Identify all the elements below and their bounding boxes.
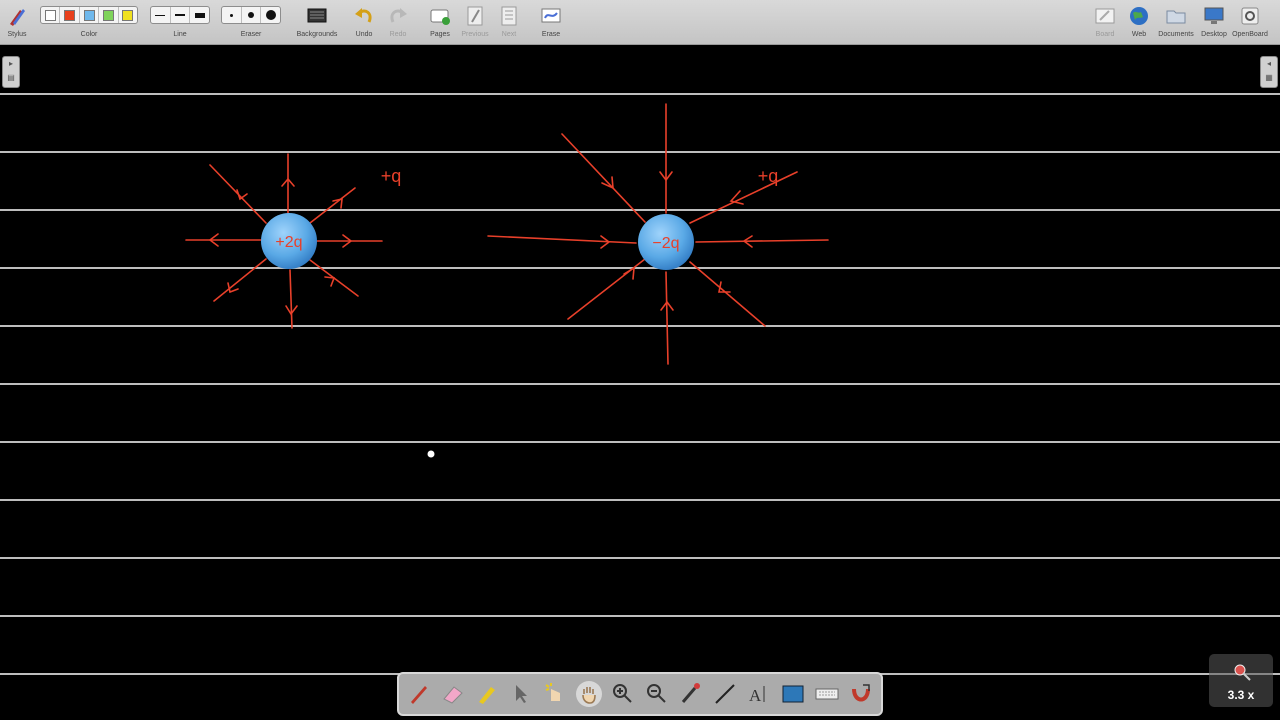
text-tool-icon[interactable]: A [746,681,772,707]
line-medium-option[interactable] [171,7,191,23]
undo-icon[interactable] [353,5,375,27]
undo-label: Undo [355,31,373,38]
laser-pointer-icon[interactable] [678,681,704,707]
pages-icon[interactable] [429,5,451,27]
magnifier-icon [1234,664,1251,681]
redo-icon[interactable] [387,5,409,27]
previous-page-icon[interactable] [464,5,486,27]
color-red-swatch[interactable] [60,7,80,23]
next-page-icon[interactable] [498,5,520,27]
erase-label: Erase [541,31,561,38]
documents-folder-icon[interactable] [1165,5,1187,27]
line-thin-option[interactable] [151,7,171,23]
hand-cursor-icon [427,450,435,458]
color-label: Color [80,31,98,38]
previous-label: Previous [461,31,489,38]
pen-icon[interactable] [406,681,432,707]
backgrounds-label: Backgrounds [296,31,338,38]
eraser-label: Eraser [240,31,262,38]
interact-icon[interactable] [542,681,568,707]
redo-label: Redo [389,31,407,38]
magnet-icon[interactable] [848,681,874,707]
documents-label: Documents [1158,31,1194,38]
zoom-level-label: 3.3 x [1227,688,1255,702]
highlighter-icon[interactable] [474,681,500,707]
left-panel-toggle[interactable]: ▸ ▤ [2,56,20,88]
positive-charge-label: +2q [275,234,302,251]
color-green-swatch[interactable] [99,7,119,23]
keyboard-icon[interactable] [814,681,840,707]
zoom-out-icon[interactable] [644,681,670,707]
line-tool-icon[interactable] [712,681,738,707]
zoom-indicator: 3.3 x [1209,654,1273,707]
desktop-monitor-icon[interactable] [1203,5,1225,27]
eraser-large-option[interactable] [261,7,280,23]
openboard-settings-icon[interactable] [1239,5,1261,27]
next-label: Next [501,31,517,38]
desktop-label: Desktop [1201,31,1227,38]
svg-text:A: A [749,686,762,705]
eraser-size-selector [221,6,281,24]
eraser-icon[interactable] [440,681,466,707]
ruled-lines [0,93,1280,675]
openboard-label: OpenBoard [1232,31,1268,38]
negative-charge-label: −2q [652,235,679,252]
test-charge-label-left: +q [381,166,402,186]
zoom-in-icon[interactable] [610,681,636,707]
test-charge-label-right: +q [758,166,779,186]
selector-icon[interactable] [508,681,534,707]
stylus-label: Stylus [7,31,27,38]
line-width-selector [150,6,210,24]
pages-label: Pages [430,31,450,38]
erase-board-icon[interactable] [540,5,562,27]
tool-dock: A [397,672,883,716]
backgrounds-icon[interactable] [306,5,328,27]
board-mode-icon[interactable] [1094,5,1116,27]
web-label: Web [1131,31,1147,38]
right-panel-toggle[interactable]: ◂ ▦ [1260,56,1278,88]
line-label: Line [173,31,187,38]
color-white-swatch[interactable] [41,7,61,23]
web-globe-icon[interactable] [1128,5,1150,27]
hand-tool[interactable] [576,681,602,707]
eraser-medium-option[interactable] [242,7,262,23]
color-palette [40,6,138,24]
stylus-icon[interactable] [6,5,28,27]
color-blue-swatch[interactable] [80,7,100,23]
color-yellow-swatch[interactable] [119,7,137,23]
capture-icon[interactable] [780,681,806,707]
eraser-small-option[interactable] [222,7,242,23]
line-thick-option[interactable] [190,7,209,23]
board-label: Board [1095,31,1115,38]
drawing-board[interactable]: +2q +q −2q +q [0,46,1280,720]
main-toolbar: Stylus Color Line Eraser Backgrounds Und… [0,0,1280,45]
hand-icon [582,687,596,704]
